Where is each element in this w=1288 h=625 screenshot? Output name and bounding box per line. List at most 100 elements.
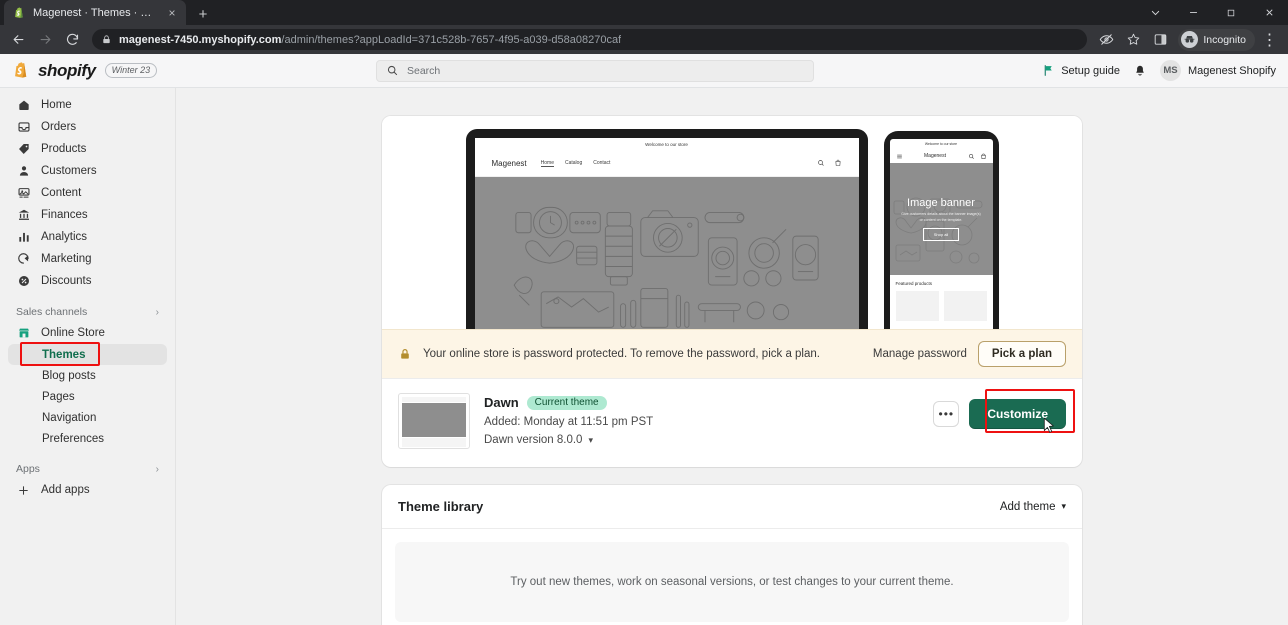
- address-bar-url: magenest-7450.myshopify.com/admin/themes…: [119, 34, 621, 46]
- person-icon: [16, 164, 31, 178]
- theme-library-header: Theme library Add theme ▾: [382, 485, 1082, 529]
- search-placeholder: Search: [407, 64, 441, 77]
- sidebar-item-customers[interactable]: Customers: [8, 160, 167, 182]
- sidebar-item-add-apps[interactable]: Add apps: [8, 479, 167, 501]
- sidebar-item-finances[interactable]: Finances: [8, 204, 167, 226]
- sidebar-item-orders[interactable]: Orders: [8, 116, 167, 138]
- theme-added-date: Added: Monday at 11:51 pm PST: [484, 416, 654, 428]
- browser-tab-title: Magenest · Themes · Shopify: [33, 6, 158, 19]
- sidebar-item-products[interactable]: Products: [8, 138, 167, 160]
- theme-library-body: Try out new themes, work on seasonal ver…: [382, 529, 1082, 625]
- more-actions-button[interactable]: •••: [933, 401, 960, 427]
- incognito-indicator[interactable]: Incognito: [1178, 28, 1255, 51]
- side-panel-icon[interactable]: [1148, 27, 1173, 52]
- blocked-cookie-icon[interactable]: [1094, 27, 1119, 52]
- chevron-down-icon: ▾: [588, 434, 593, 445]
- shopify-bag-logo-icon: [12, 60, 31, 81]
- sidebar-item-themes[interactable]: Themes: [8, 342, 167, 366]
- phone-product-card: [943, 291, 987, 321]
- app-shell: Home Orders Products Customers Content F…: [0, 88, 1288, 625]
- search-input[interactable]: Search: [376, 59, 814, 82]
- laptop-store-logo: Magenest: [491, 158, 527, 168]
- main-content: Welcome to our store Magenest Home Catal…: [176, 88, 1288, 625]
- browser-menu-icon[interactable]: ⋮: [1257, 27, 1282, 52]
- sidebar-item-marketing[interactable]: Marketing: [8, 248, 167, 270]
- shopify-topbar: shopify Winter 23 Search Setup guide MS …: [0, 54, 1288, 88]
- sidebar-subitem-label: Preferences: [42, 432, 105, 445]
- close-icon[interactable]: [1250, 0, 1288, 25]
- laptop-store-nav: Home Catalog Contact: [540, 159, 611, 167]
- phone-hero-banner: Image banner Give customers details abou…: [889, 163, 993, 275]
- phone-hero-subtitle: Give customers details about the banner …: [901, 212, 981, 222]
- bar-chart-icon: [16, 230, 31, 244]
- sidebar-item-home[interactable]: Home: [8, 94, 167, 116]
- user-name: Magenest Shopify: [1187, 64, 1276, 77]
- discount-icon: [16, 274, 31, 288]
- tab-close-icon[interactable]: ×: [165, 6, 179, 20]
- forward-button-icon[interactable]: [33, 27, 58, 52]
- phone-featured-products-title: Featured products: [895, 281, 933, 286]
- sidebar-item-label: Discounts: [41, 275, 92, 287]
- reload-button-icon[interactable]: [60, 27, 85, 52]
- new-tab-button[interactable]: +: [191, 3, 215, 25]
- sidebar-item-navigation[interactable]: Navigation: [8, 407, 167, 428]
- sidebar-subitem-label: Themes: [42, 348, 86, 361]
- bell-icon[interactable]: [1133, 64, 1147, 78]
- chevron-right-icon: ›: [155, 463, 159, 475]
- bookmark-star-icon[interactable]: [1121, 27, 1146, 52]
- sidebar-item-analytics[interactable]: Analytics: [8, 226, 167, 248]
- chevron-down-icon: ▾: [1061, 501, 1066, 511]
- laptop-nav-contact: Contact: [593, 159, 611, 166]
- window-controls: [1136, 0, 1288, 25]
- phone-product-cards: [890, 286, 993, 321]
- cart-icon: [834, 154, 842, 172]
- browser-tab[interactable]: Magenest · Themes · Shopify ×: [4, 0, 186, 25]
- content-icon: [16, 186, 31, 200]
- browser-tab-strip: Magenest · Themes · Shopify × +: [0, 0, 1288, 25]
- laptop-nav-catalog: Catalog: [564, 159, 583, 166]
- phone-mockup: Welcome to our store Magenest Image bann…: [883, 131, 999, 329]
- pick-a-plan-button[interactable]: Pick a plan: [977, 341, 1066, 367]
- sidebar-item-label: Add apps: [41, 484, 90, 496]
- maximize-icon[interactable]: [1212, 0, 1250, 25]
- minimize-icon[interactable]: [1174, 0, 1212, 25]
- topbar-right-actions: Setup guide MS Magenest Shopify: [1042, 60, 1276, 81]
- setup-guide-button[interactable]: Setup guide: [1042, 64, 1120, 77]
- theme-library-empty-state: Try out new themes, work on seasonal ver…: [395, 542, 1069, 622]
- incognito-avatar-icon: [1181, 31, 1199, 48]
- sidebar-item-pages[interactable]: Pages: [8, 386, 167, 407]
- thumbnail-footer-strip: [402, 438, 466, 447]
- sidebar-section-apps[interactable]: Apps ›: [8, 459, 167, 479]
- manage-password-link[interactable]: Manage password: [873, 348, 967, 360]
- sidebar-item-label: Products: [41, 143, 87, 155]
- status-badge: Current theme: [526, 395, 607, 410]
- shopify-logo[interactable]: shopify Winter 23: [12, 60, 158, 81]
- sidebar-item-label: Finances: [41, 209, 88, 221]
- sidebar-section-label: Sales channels: [16, 306, 88, 318]
- sidebar: Home Orders Products Customers Content F…: [0, 88, 176, 625]
- phone-product-card: [895, 291, 939, 321]
- sidebar-subitem-label: Navigation: [42, 411, 97, 424]
- sidebar-item-label: Home: [41, 99, 72, 111]
- add-theme-button[interactable]: Add theme ▾: [1000, 501, 1066, 513]
- password-protection-banner: Your online store is password protected.…: [382, 329, 1082, 378]
- back-button-icon[interactable]: [6, 27, 31, 52]
- phone-hero-title: Image banner: [907, 197, 975, 210]
- plus-icon: [16, 484, 31, 497]
- sidebar-section-sales-channels[interactable]: Sales channels ›: [8, 302, 167, 322]
- search-icon: [817, 154, 825, 172]
- setup-guide-label: Setup guide: [1061, 64, 1120, 77]
- address-bar[interactable]: magenest-7450.myshopify.com/admin/themes…: [92, 29, 1088, 50]
- chevron-down-icon[interactable]: [1136, 0, 1174, 25]
- url-domain: magenest-7450.myshopify.com: [119, 33, 282, 46]
- sidebar-item-preferences[interactable]: Preferences: [8, 428, 167, 449]
- sidebar-item-discounts[interactable]: Discounts: [8, 270, 167, 292]
- theme-version-selector[interactable]: Dawn version 8.0.0 ▾: [484, 434, 919, 446]
- laptop-nav-home: Home: [540, 159, 554, 167]
- sidebar-item-online-store[interactable]: Online Store: [8, 322, 167, 344]
- hamburger-icon: [896, 147, 903, 165]
- sidebar-item-blog-posts[interactable]: Blog posts: [8, 365, 167, 386]
- sidebar-item-label: Analytics: [41, 231, 88, 243]
- sidebar-item-content[interactable]: Content: [8, 182, 167, 204]
- user-menu[interactable]: MS Magenest Shopify: [1159, 60, 1276, 81]
